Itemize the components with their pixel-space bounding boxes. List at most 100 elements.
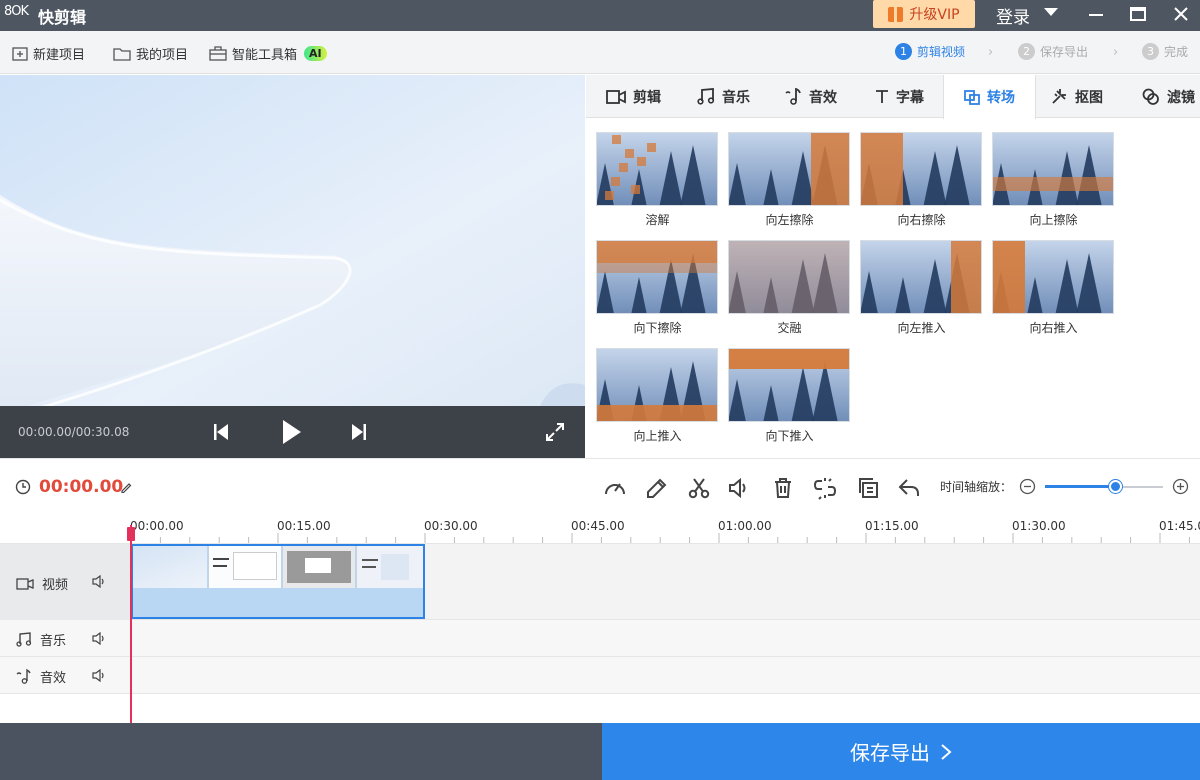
fullscreen-icon[interactable]	[545, 422, 565, 442]
save-export-button[interactable]: 保存导出	[602, 723, 1200, 780]
tab-edit[interactable]: 剪辑	[606, 75, 661, 118]
playhead-handle[interactable]	[127, 527, 135, 541]
tab-music[interactable]: 音乐	[697, 75, 750, 118]
pencil-icon[interactable]	[645, 476, 669, 500]
transition-item-push-left[interactable]: 向左推入	[860, 240, 983, 336]
scissors-icon[interactable]	[687, 476, 711, 500]
music-icon	[697, 88, 715, 105]
track-name: 音效	[40, 671, 67, 686]
clip-thumbnail	[356, 546, 423, 588]
play-icon[interactable]	[282, 419, 302, 445]
transition-label: 向右擦除	[897, 213, 946, 227]
transition-thumbnail	[728, 348, 850, 422]
transition-item-wipe-left[interactable]: 向左擦除	[728, 132, 851, 228]
trash-icon[interactable]	[771, 476, 795, 500]
my-projects-label: 我的项目	[136, 48, 189, 63]
tab-subtitle[interactable]: 字幕	[875, 75, 924, 118]
detach-icon[interactable]	[813, 476, 837, 500]
skip-back-icon[interactable]	[213, 423, 229, 441]
transition-item-wipe-up[interactable]: 向上擦除	[992, 132, 1115, 228]
zoom-slider-handle[interactable]	[1109, 480, 1122, 493]
save-export-label: 保存导出	[850, 741, 930, 765]
preview-frame	[0, 75, 585, 406]
transition-label: 交融	[777, 321, 802, 335]
zoom-out-icon[interactable]	[1019, 478, 1036, 495]
video-clip[interactable]	[131, 544, 425, 619]
smart-toolbox-label: 智能工具箱	[232, 48, 298, 63]
step-done[interactable]: 3 完成	[1142, 43, 1188, 60]
transition-item-push-up[interactable]: 向上推入	[596, 348, 719, 444]
sound-effect-icon	[785, 88, 801, 105]
track-label-video: 视频	[16, 574, 68, 593]
transition-item-push-right[interactable]: 向右推入	[992, 240, 1115, 336]
zoom-in-icon[interactable]	[1172, 478, 1189, 495]
video-icon	[606, 89, 626, 104]
ruler-label: 00:00.00	[130, 519, 184, 533]
video-preview[interactable]	[0, 75, 585, 406]
clip-thumbnail	[133, 546, 207, 588]
transition-label: 向下推入	[765, 429, 814, 443]
upgrade-vip-button[interactable]: 升级VIP	[873, 0, 975, 28]
ruler-label: 01:45.00	[1159, 519, 1200, 533]
my-projects-button[interactable]: 我的项目	[113, 44, 188, 63]
matting-icon	[1052, 89, 1066, 104]
volume-icon[interactable]	[727, 476, 751, 500]
copy-icon[interactable]	[856, 476, 880, 500]
transition-item-wipe-down[interactable]: 向下擦除	[596, 240, 719, 336]
transition-item-blend[interactable]: 交融	[728, 240, 851, 336]
track-label-music: 音乐	[16, 630, 66, 649]
clip-thumbnail	[208, 546, 281, 588]
transition-thumbnail	[860, 132, 982, 206]
speaker-icon[interactable]	[92, 575, 105, 588]
playback-timecode: 00:00.00/00:30.08	[18, 425, 130, 439]
step-number: 1	[895, 43, 912, 60]
zoom-label: 时间轴缩放：	[940, 480, 1013, 494]
transition-thumbnail	[992, 132, 1114, 206]
smart-toolbox-button[interactable]: 智能工具箱 AI	[209, 44, 327, 63]
track-name: 视频	[42, 578, 69, 593]
tab-matting[interactable]: 抠图	[1051, 75, 1103, 118]
toolbar: 新建项目 我的项目 智能工具箱 AI 1 剪辑视频 › 2 保存导出 › 3 完…	[0, 31, 1200, 74]
step-save-export[interactable]: 2 保存导出	[1018, 43, 1088, 60]
maximize-icon[interactable]	[1123, 0, 1153, 28]
playhead-line[interactable]	[130, 525, 132, 723]
transition-thumbnail	[728, 240, 850, 314]
ruler-label: 01:15.00	[865, 519, 919, 533]
skip-forward-icon[interactable]	[351, 423, 367, 441]
transition-item-push-down[interactable]: 向下推入	[728, 348, 851, 444]
chevron-right-icon: ›	[988, 45, 994, 60]
app-title: 快剪辑	[38, 8, 87, 27]
chevron-down-icon[interactable]	[1044, 8, 1058, 16]
tab-filter[interactable]: 滤镜	[1142, 75, 1195, 118]
title-bar: 8OK 快剪辑 升级VIP 登录	[0, 0, 1200, 31]
close-icon[interactable]	[1166, 0, 1196, 28]
ruler-label: 00:45.00	[571, 519, 625, 533]
upgrade-vip-label: 升级VIP	[909, 7, 960, 23]
music-track[interactable]: 音乐	[0, 620, 1200, 657]
speed-icon[interactable]	[603, 476, 627, 500]
edit-pencil-icon[interactable]	[120, 481, 132, 493]
transition-item-wipe-right[interactable]: 向右擦除	[860, 132, 983, 228]
speaker-icon[interactable]	[92, 632, 105, 645]
gift-icon	[888, 6, 904, 22]
speaker-icon[interactable]	[92, 669, 105, 682]
time-ruler[interactable]: 00:00.00 00:15.00 00:30.00 00:45.00 01:00.00…	[130, 513, 1200, 543]
plus-square-icon	[12, 46, 28, 61]
undo-icon[interactable]	[897, 476, 921, 500]
clip-thumbnail	[282, 546, 355, 588]
sound-effect-track[interactable]: 音效	[0, 657, 1200, 694]
filter-icon	[1142, 88, 1159, 105]
transition-item-dissolve[interactable]: 溶解	[596, 132, 719, 228]
step-edit-video[interactable]: 1 剪辑视频	[895, 43, 965, 60]
minimize-icon[interactable]	[1081, 0, 1111, 28]
transition-thumbnail	[596, 132, 718, 206]
new-project-button[interactable]: 新建项目	[12, 44, 85, 63]
login-button[interactable]: 登录	[996, 3, 1030, 28]
transition-label: 向左擦除	[765, 213, 814, 227]
tab-transition[interactable]: 转场	[943, 75, 1036, 119]
track-name: 音乐	[40, 634, 67, 649]
tab-sound-effect[interactable]: 音效	[784, 75, 837, 118]
step-label: 保存导出	[1040, 45, 1089, 59]
step-label: 剪辑视频	[917, 45, 966, 59]
new-project-label: 新建项目	[33, 48, 86, 63]
